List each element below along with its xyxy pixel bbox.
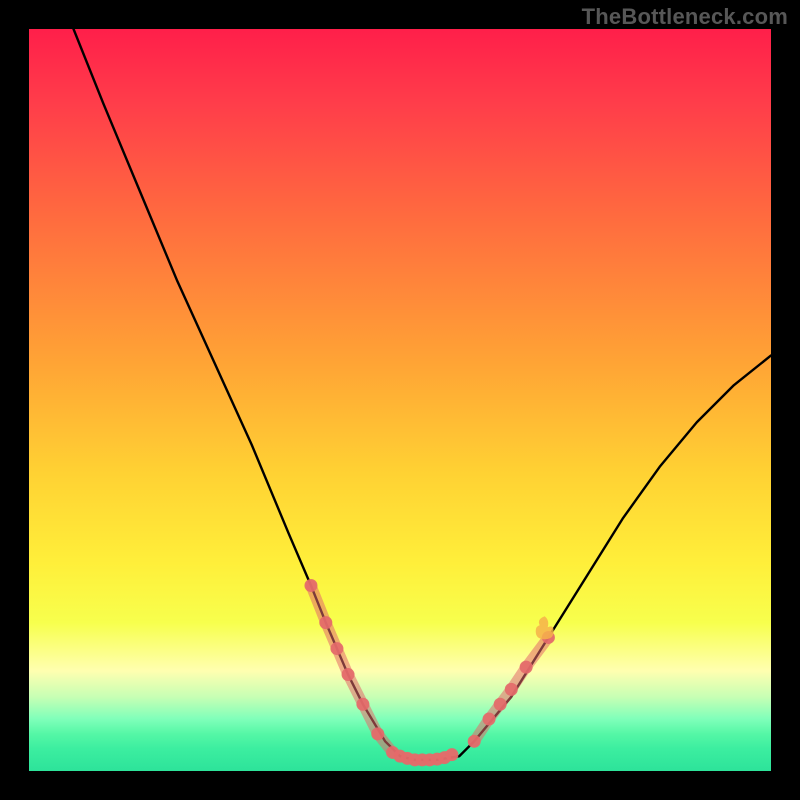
bottleneck-curve (74, 29, 771, 760)
data-point-markers (304, 579, 554, 766)
watermark-text: TheBottleneck.com (582, 4, 788, 30)
plot-area (29, 29, 771, 771)
chart-svg (29, 29, 771, 771)
flame-accent-icon (536, 616, 554, 639)
chart-frame: TheBottleneck.com (0, 0, 800, 800)
